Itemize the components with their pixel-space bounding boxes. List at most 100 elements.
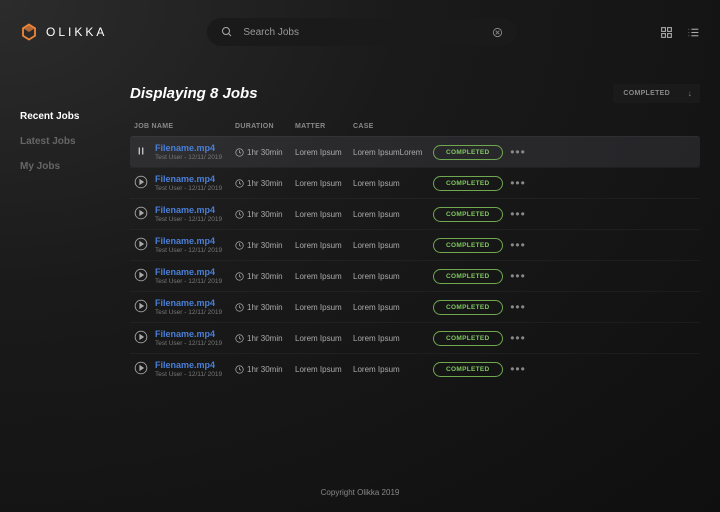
clock-icon bbox=[235, 148, 244, 157]
col-header-matter: MATTER bbox=[295, 123, 353, 130]
clock-icon bbox=[235, 179, 244, 188]
job-matter: Lorem Ipsum bbox=[295, 303, 353, 312]
table-row[interactable]: Filename.mp4Test User - 12/11/ 20191hr 3… bbox=[130, 260, 700, 291]
content: Displaying 8 Jobs COMPLETED JOB NAME DUR… bbox=[130, 84, 700, 384]
clock-icon bbox=[235, 334, 244, 343]
job-subtitle: Test User - 12/11/ 2019 bbox=[155, 216, 222, 223]
play-icon[interactable] bbox=[134, 330, 148, 344]
job-filename: Filename.mp4 bbox=[155, 143, 222, 153]
table-row[interactable]: Filename.mp4Test User - 12/11/ 20191hr 3… bbox=[130, 353, 700, 384]
job-filename: Filename.mp4 bbox=[155, 298, 222, 308]
sidebar-item-recent-jobs[interactable]: Recent Jobs bbox=[20, 104, 100, 129]
footer: Copyright Olikka 2019 bbox=[0, 488, 720, 497]
table-row[interactable]: Filename.mp4Test User - 12/11/ 20191hr 3… bbox=[130, 198, 700, 229]
play-button[interactable] bbox=[134, 268, 148, 285]
job-duration: 1hr 30min bbox=[235, 148, 295, 157]
table-row[interactable]: Filename.mp4Test User - 12/11/ 20191hr 3… bbox=[130, 291, 700, 322]
play-button[interactable] bbox=[134, 206, 148, 223]
job-list: Filename.mp4Test User - 12/11/ 20191hr 3… bbox=[130, 136, 700, 384]
job-status: COMPLETED bbox=[433, 331, 503, 346]
job-filename: Filename.mp4 bbox=[155, 205, 222, 215]
job-subtitle: Test User - 12/11/ 2019 bbox=[155, 154, 222, 161]
table-row[interactable]: Filename.mp4Test User - 12/11/ 20191hr 3… bbox=[130, 229, 700, 260]
job-duration: 1hr 30min bbox=[235, 179, 295, 188]
job-subtitle: Test User - 12/11/ 2019 bbox=[155, 371, 222, 378]
job-info: Filename.mp4Test User - 12/11/ 2019 bbox=[130, 174, 235, 192]
play-button[interactable] bbox=[134, 361, 148, 378]
grid-view-icon[interactable] bbox=[660, 26, 673, 39]
col-header-duration: DURATION bbox=[235, 123, 295, 130]
clock-icon bbox=[235, 241, 244, 250]
play-button[interactable] bbox=[134, 299, 148, 316]
job-matter: Lorem Ipsum bbox=[295, 179, 353, 188]
play-icon[interactable] bbox=[134, 175, 148, 189]
job-case: Lorem Ipsum bbox=[353, 241, 433, 250]
search-input[interactable] bbox=[243, 27, 482, 38]
table-header: JOB NAME DURATION MATTER CASE bbox=[130, 117, 700, 136]
clock-icon bbox=[235, 272, 244, 281]
status-badge: COMPLETED bbox=[433, 176, 503, 191]
play-icon[interactable] bbox=[134, 206, 148, 220]
list-view-icon[interactable] bbox=[687, 26, 700, 39]
job-case: Lorem Ipsum bbox=[353, 272, 433, 281]
logo[interactable]: OLIKKA bbox=[20, 23, 107, 41]
status-badge: COMPLETED bbox=[433, 207, 503, 222]
play-button[interactable] bbox=[134, 144, 148, 161]
col-header-name: JOB NAME bbox=[130, 123, 235, 130]
brand-name: OLIKKA bbox=[46, 25, 107, 39]
sidebar-item-latest-jobs[interactable]: Latest Jobs bbox=[20, 129, 100, 154]
play-icon[interactable] bbox=[134, 361, 148, 375]
more-actions-button[interactable]: ••• bbox=[503, 300, 533, 314]
job-status: COMPLETED bbox=[433, 207, 503, 222]
job-duration: 1hr 30min bbox=[235, 241, 295, 250]
table-row[interactable]: Filename.mp4Test User - 12/11/ 20191hr 3… bbox=[130, 136, 700, 167]
more-actions-button[interactable]: ••• bbox=[503, 207, 533, 221]
job-matter: Lorem Ipsum bbox=[295, 210, 353, 219]
more-actions-button[interactable]: ••• bbox=[503, 145, 533, 159]
play-button[interactable] bbox=[134, 175, 148, 192]
job-matter: Lorem Ipsum bbox=[295, 365, 353, 374]
job-status: COMPLETED bbox=[433, 238, 503, 253]
job-filename: Filename.mp4 bbox=[155, 360, 222, 370]
job-subtitle: Test User - 12/11/ 2019 bbox=[155, 185, 222, 192]
job-case: Lorem IpsumLorem bbox=[353, 148, 433, 157]
job-status: COMPLETED bbox=[433, 300, 503, 315]
more-actions-button[interactable]: ••• bbox=[503, 331, 533, 345]
status-filter-dropdown[interactable]: COMPLETED bbox=[613, 84, 700, 103]
status-badge: COMPLETED bbox=[433, 300, 503, 315]
clear-search-icon[interactable] bbox=[492, 27, 503, 38]
job-filename: Filename.mp4 bbox=[155, 236, 222, 246]
more-actions-button[interactable]: ••• bbox=[503, 269, 533, 283]
table-row[interactable]: Filename.mp4Test User - 12/11/ 20191hr 3… bbox=[130, 322, 700, 353]
topbar: OLIKKA bbox=[0, 0, 720, 64]
play-icon[interactable] bbox=[134, 237, 148, 251]
status-badge: COMPLETED bbox=[433, 331, 503, 346]
play-icon[interactable] bbox=[134, 299, 148, 313]
table-row[interactable]: Filename.mp4Test User - 12/11/ 20191hr 3… bbox=[130, 167, 700, 198]
play-button[interactable] bbox=[134, 237, 148, 254]
more-actions-button[interactable]: ••• bbox=[503, 176, 533, 190]
job-case: Lorem Ipsum bbox=[353, 179, 433, 188]
search-bar[interactable] bbox=[207, 18, 517, 46]
job-info: Filename.mp4Test User - 12/11/ 2019 bbox=[130, 267, 235, 285]
job-info: Filename.mp4Test User - 12/11/ 2019 bbox=[130, 298, 235, 316]
clock-icon bbox=[235, 303, 244, 312]
clock-icon bbox=[235, 365, 244, 374]
job-info: Filename.mp4Test User - 12/11/ 2019 bbox=[130, 360, 235, 378]
pause-icon[interactable] bbox=[134, 144, 148, 158]
job-case: Lorem Ipsum bbox=[353, 303, 433, 312]
job-status: COMPLETED bbox=[433, 145, 503, 160]
play-button[interactable] bbox=[134, 330, 148, 347]
job-info: Filename.mp4Test User - 12/11/ 2019 bbox=[130, 205, 235, 223]
job-subtitle: Test User - 12/11/ 2019 bbox=[155, 278, 222, 285]
job-filename: Filename.mp4 bbox=[155, 267, 222, 277]
job-filename: Filename.mp4 bbox=[155, 329, 222, 339]
play-icon[interactable] bbox=[134, 268, 148, 282]
sidebar-item-my-jobs[interactable]: My Jobs bbox=[20, 154, 100, 179]
job-info: Filename.mp4Test User - 12/11/ 2019 bbox=[130, 143, 235, 161]
more-actions-button[interactable]: ••• bbox=[503, 362, 533, 376]
job-subtitle: Test User - 12/11/ 2019 bbox=[155, 309, 222, 316]
status-badge: COMPLETED bbox=[433, 145, 503, 160]
job-status: COMPLETED bbox=[433, 176, 503, 191]
more-actions-button[interactable]: ••• bbox=[503, 238, 533, 252]
